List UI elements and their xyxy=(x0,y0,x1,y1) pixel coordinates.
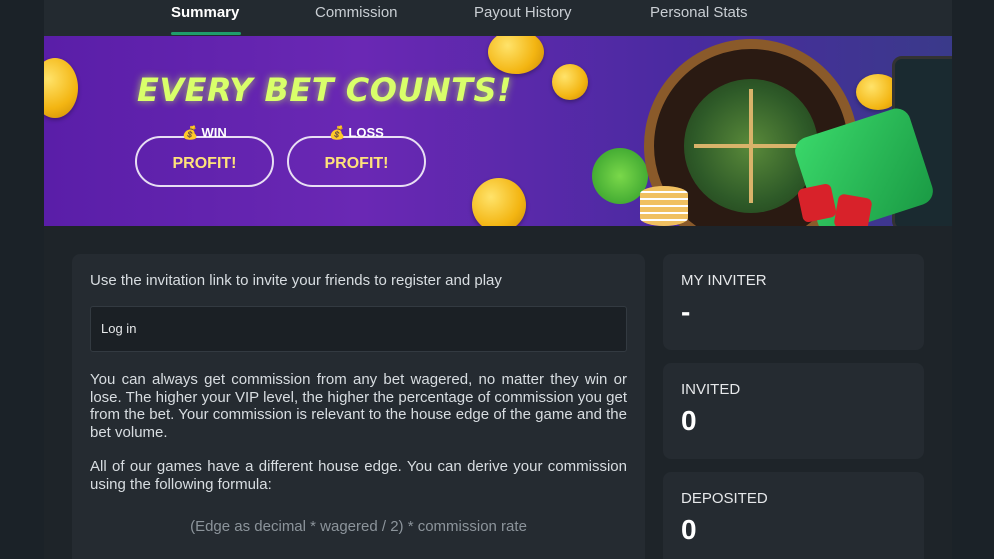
coin-icon xyxy=(488,36,544,74)
dice-icon xyxy=(833,193,873,226)
stat-value: - xyxy=(681,296,691,327)
left-gutter xyxy=(0,0,44,559)
money-bag-hat-icon: 💰 xyxy=(329,125,346,140)
coin-icon xyxy=(472,178,526,226)
stat-label: DEPOSITED xyxy=(681,490,768,507)
house-edge-explanation: All of our games have a different house … xyxy=(90,458,627,493)
invitation-link-field[interactable]: Log in xyxy=(90,306,627,352)
invited-card: INVITED 0 xyxy=(663,363,924,459)
active-tab-indicator xyxy=(171,32,241,35)
casino-chips-image xyxy=(640,186,688,226)
money-bag-clover-icon: 💰 xyxy=(182,125,199,140)
commission-explanation: You can always get commission from any b… xyxy=(90,371,627,441)
stat-value: 0 xyxy=(681,514,697,545)
coin-icon xyxy=(44,58,78,118)
dice-icon xyxy=(796,182,838,224)
banner-title: EVERY BET COUNTS! xyxy=(137,71,513,109)
promo-banner: EVERY BET COUNTS! 💰 WIN PROFIT! 💰 LOSS PRO… xyxy=(44,36,952,226)
tab-personal-stats[interactable]: Personal Stats xyxy=(650,4,748,21)
loss-profit-text: PROFIT! xyxy=(324,155,389,172)
win-profit-text: PROFIT! xyxy=(172,155,237,172)
stat-label: MY INVITER xyxy=(681,272,767,289)
tab-bar: Summary Commission Payout History Person… xyxy=(44,0,952,36)
right-gutter xyxy=(952,0,994,559)
my-inviter-card: MY INVITER - xyxy=(663,254,924,350)
affiliate-page: Summary Commission Payout History Person… xyxy=(44,0,952,559)
tab-payout-history[interactable]: Payout History xyxy=(474,4,572,21)
loss-label: LOSS xyxy=(348,125,384,140)
win-profit-badge: 💰 WIN PROFIT! xyxy=(135,125,274,187)
loss-profit-badge: 💰 LOSS PROFIT! xyxy=(287,125,426,187)
invite-instruction: Use the invitation link to invite your f… xyxy=(90,272,502,289)
stat-label: INVITED xyxy=(681,381,741,398)
coin-icon xyxy=(552,64,588,100)
tab-commission[interactable]: Commission xyxy=(315,4,398,21)
invitation-card: Use the invitation link to invite your f… xyxy=(72,254,645,559)
tab-summary[interactable]: Summary xyxy=(171,4,239,21)
deposited-card: DEPOSITED 0 xyxy=(663,472,924,559)
win-label: WIN xyxy=(201,125,227,140)
commission-formula: (Edge as decimal * wagered / 2) * commis… xyxy=(190,518,527,535)
stat-value: 0 xyxy=(681,405,697,436)
